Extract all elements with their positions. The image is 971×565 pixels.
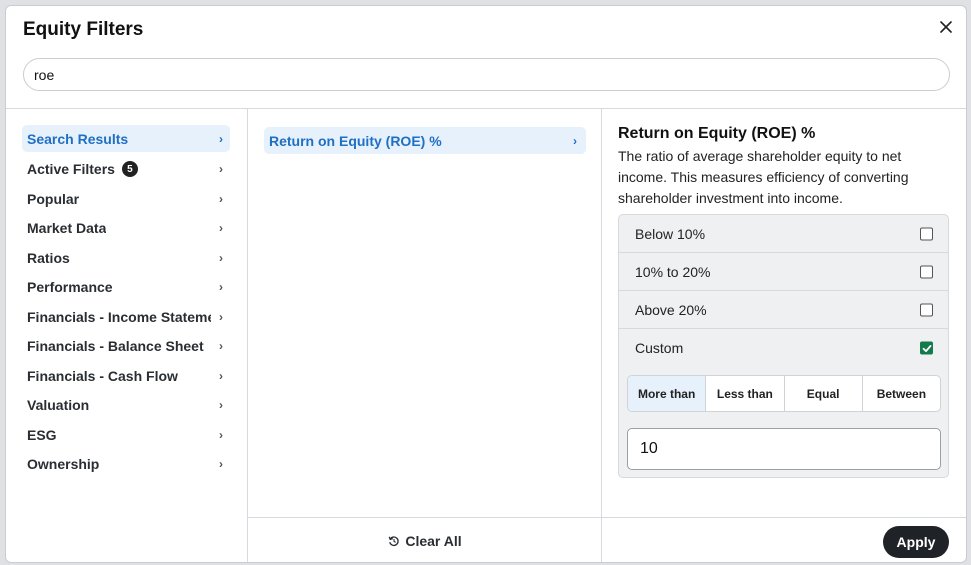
- sidebar-item-label: Search Results: [27, 130, 129, 147]
- category-sidebar: Search Results › Active Filters 5 › Popu…: [6, 109, 247, 562]
- option-checkbox[interactable]: [920, 303, 933, 316]
- close-icon: [940, 21, 952, 33]
- sidebar-item-cash-flow[interactable]: Financials - Cash Flow ›: [22, 361, 230, 391]
- active-filters-count-badge: 5: [121, 161, 138, 178]
- sidebar-item-market-data[interactable]: Market Data ›: [22, 214, 230, 244]
- option-custom[interactable]: Custom: [619, 329, 948, 367]
- sidebar-item-label: Valuation: [27, 397, 90, 414]
- option-label: Below 10%: [635, 225, 706, 242]
- option-label: Custom: [635, 340, 684, 356]
- filter-detail-panel: Return on Equity (ROE) % The ratio of av…: [602, 109, 966, 562]
- equity-filters-modal: Equity Filters Search Results › Active F…: [5, 5, 967, 563]
- chevron-right-icon: ›: [573, 133, 577, 148]
- results-panel: Return on Equity (ROE) % › Clear All: [247, 109, 602, 562]
- operator-segmented-control: More than Less than Equal Between: [627, 375, 941, 412]
- sidebar-item-label: Financials - Cash Flow: [27, 367, 178, 384]
- option-below-10[interactable]: Below 10%: [619, 215, 948, 253]
- chevron-right-icon: ›: [219, 309, 223, 324]
- option-checkbox-checked[interactable]: [920, 341, 933, 355]
- option-checkbox[interactable]: [920, 227, 933, 240]
- sidebar-item-label: ESG: [27, 426, 57, 443]
- chevron-right-icon: ›: [219, 280, 223, 295]
- sidebar-item-valuation[interactable]: Valuation ›: [22, 391, 230, 421]
- sidebar-item-active-filters[interactable]: Active Filters 5 ›: [22, 155, 230, 185]
- sidebar-item-label: Financials - Balance Sheet: [27, 338, 204, 355]
- chevron-right-icon: ›: [219, 368, 223, 383]
- sidebar-item-label: Popular: [27, 190, 80, 207]
- detail-footer: Apply: [602, 517, 966, 562]
- result-item-label: Return on Equity (ROE) %: [269, 132, 442, 149]
- apply-button[interactable]: Apply: [883, 526, 949, 558]
- sidebar-item-ownership[interactable]: Ownership ›: [22, 450, 230, 480]
- chevron-right-icon: ›: [219, 339, 223, 354]
- result-item-roe[interactable]: Return on Equity (ROE) % ›: [264, 127, 586, 154]
- option-checkbox[interactable]: [920, 265, 933, 278]
- chevron-right-icon: ›: [219, 221, 223, 236]
- sidebar-item-label: Performance: [27, 279, 113, 296]
- option-label: Above 20%: [635, 301, 707, 318]
- sidebar-item-popular[interactable]: Popular ›: [22, 184, 230, 214]
- reset-icon: [388, 536, 400, 547]
- filter-options: Below 10% 10% to 20% Above 20% Custom Mo…: [618, 214, 949, 478]
- checkmark-icon: [922, 344, 931, 352]
- filter-description: The ratio of average shareholder equity …: [618, 148, 909, 206]
- chevron-right-icon: ›: [219, 162, 223, 177]
- chevron-right-icon: ›: [219, 457, 223, 472]
- sidebar-item-balance-sheet[interactable]: Financials - Balance Sheet ›: [22, 332, 230, 362]
- operator-more-than-button[interactable]: More than: [628, 376, 707, 411]
- sidebar-item-income-statement[interactable]: Financials - Income Statement ›: [22, 302, 230, 332]
- sidebar-item-performance[interactable]: Performance ›: [22, 273, 230, 303]
- sidebar-item-label: Active Filters: [27, 161, 115, 178]
- close-button[interactable]: [937, 18, 955, 36]
- sidebar-item-ratios[interactable]: Ratios ›: [22, 243, 230, 273]
- filter-title: Return on Equity (ROE) %: [618, 125, 816, 142]
- search-input[interactable]: [23, 58, 950, 91]
- chevron-right-icon: ›: [219, 427, 223, 442]
- operator-between-button[interactable]: Between: [863, 376, 940, 411]
- modal-title: Equity Filters: [23, 19, 144, 40]
- chevron-right-icon: ›: [219, 250, 223, 265]
- chevron-right-icon: ›: [219, 131, 223, 146]
- operator-equal-button[interactable]: Equal: [785, 376, 863, 411]
- custom-value-input[interactable]: [627, 428, 941, 470]
- sidebar-item-esg[interactable]: ESG ›: [22, 420, 230, 450]
- clear-all-button[interactable]: Clear All: [388, 533, 462, 549]
- sidebar-item-label: Financials - Income Statement: [27, 308, 211, 325]
- sidebar-item-label: Market Data: [27, 220, 107, 237]
- option-10-to-20[interactable]: 10% to 20%: [619, 253, 948, 291]
- option-label: 10% to 20%: [635, 263, 711, 280]
- sidebar-item-search-results[interactable]: Search Results ›: [22, 125, 230, 152]
- sidebar-item-label: Ownership: [27, 456, 100, 473]
- chevron-right-icon: ›: [219, 398, 223, 413]
- results-footer: Clear All: [248, 517, 602, 562]
- operator-less-than-button[interactable]: Less than: [706, 376, 785, 411]
- chevron-right-icon: ›: [219, 191, 223, 206]
- sidebar-item-label: Ratios: [27, 249, 70, 266]
- clear-all-label: Clear All: [405, 533, 462, 549]
- option-above-20[interactable]: Above 20%: [619, 291, 948, 329]
